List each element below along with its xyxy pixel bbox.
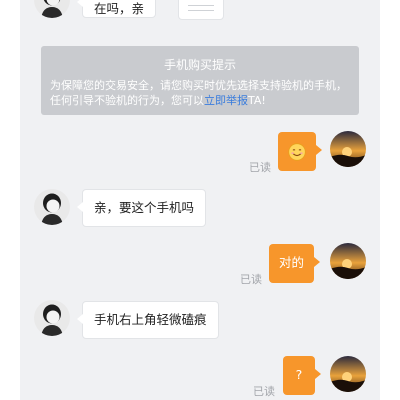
my-avatar[interactable] [330,131,366,167]
read-status: 已读 [240,273,262,286]
chat-area: 在吗，亲 手机购买提示 为保障您的交易安全，请您购买时优先选择支持验机的手机，任… [20,0,380,400]
message-text: 亲，要这个手机吗 [94,200,195,215]
my-avatar[interactable] [330,356,366,392]
notice-title: 手机购买提示 [163,58,236,72]
notice-text-end: TA! [248,93,266,107]
message-text: 在吗，亲 [94,1,145,16]
my-avatar[interactable] [330,243,366,279]
sunset-avatar-image [330,356,366,392]
contact-avatar-image [34,0,70,18]
sunset-avatar-image [330,243,366,279]
notice-text: 为保障您的交易安全，请您购买时优先选择支持验机的手机，任何引导不验机的行为，您可… [50,79,347,107]
purchase-safety-notice: 手机购买提示 为保障您的交易安全，请您购买时优先选择支持验机的手机，任何引导不验… [41,46,359,115]
read-status: 已读 [253,385,275,398]
notice-body: 为保障您的交易安全，请您购买时优先选择支持验机的手机，任何引导不验机的行为，您可… [50,79,351,108]
message-bubble-incoming[interactable]: 亲，要这个手机吗 [76,189,207,227]
report-link[interactable]: 立即举报 [204,94,248,107]
smiley-emoji-icon [288,143,306,161]
contact-avatar[interactable] [34,189,70,225]
contact-avatar[interactable] [34,0,70,18]
message-bubble-outgoing[interactable]: ? [283,356,321,395]
contact-avatar-image [34,300,70,336]
product-card-preview[interactable] [178,0,224,20]
contact-avatar[interactable] [34,300,70,336]
message-bubble-incoming[interactable]: 在吗，亲 [76,0,157,18]
message-text: ? [295,367,303,382]
message-bubble-outgoing[interactable]: 对的 [269,244,321,283]
message-text: 对的 [279,255,305,270]
contact-avatar-image [34,189,70,225]
read-status: 已读 [249,161,271,174]
message-text: 手机右上角轻微磕痕 [94,312,207,327]
message-bubble-outgoing[interactable] [278,132,322,171]
sunset-avatar-image [330,131,366,167]
message-bubble-incoming[interactable]: 手机右上角轻微磕痕 [77,301,219,339]
